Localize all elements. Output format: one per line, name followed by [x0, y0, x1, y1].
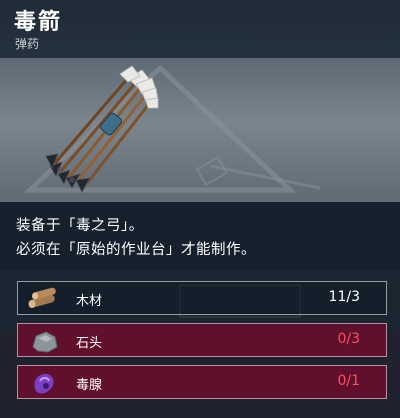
- material-count: 0/3: [337, 331, 360, 347]
- wood-logs-icon: [28, 287, 56, 308]
- item-name: 毒箭: [14, 10, 63, 35]
- material-name: 毒腺: [76, 378, 103, 393]
- material-name: 木材: [76, 294, 103, 309]
- description-line-craft: 必须在「原始的作业台」才能制作。: [16, 242, 256, 258]
- item-header: 毒箭 弹药: [0, 0, 400, 58]
- item-description: 装备于「毒之弓」。 必须在「原始的作业台」才能制作。: [0, 202, 400, 270]
- material-count: 0/1: [337, 373, 360, 389]
- material-row-wood: 木材 11/3: [17, 281, 387, 315]
- description-line-equip: 装备于「毒之弓」。: [16, 218, 144, 234]
- poison-gland-icon: [34, 373, 54, 394]
- item-detail-panel: 毒箭 弹药 装备于「毒之弓」。 必须在「原始的作业台」才能制作。 木材 11/3…: [0, 0, 400, 418]
- material-row-poison-gland: 毒腺 0/1: [17, 365, 387, 399]
- item-artwork: [0, 58, 400, 202]
- stone-icon: [32, 331, 58, 353]
- material-row-stone: 石头 0/3: [17, 323, 387, 357]
- poison-arrow-bundle-icon: [23, 64, 321, 193]
- material-count: 11/3: [328, 289, 360, 305]
- item-category: 弹药: [15, 37, 40, 51]
- material-name: 石头: [76, 336, 103, 351]
